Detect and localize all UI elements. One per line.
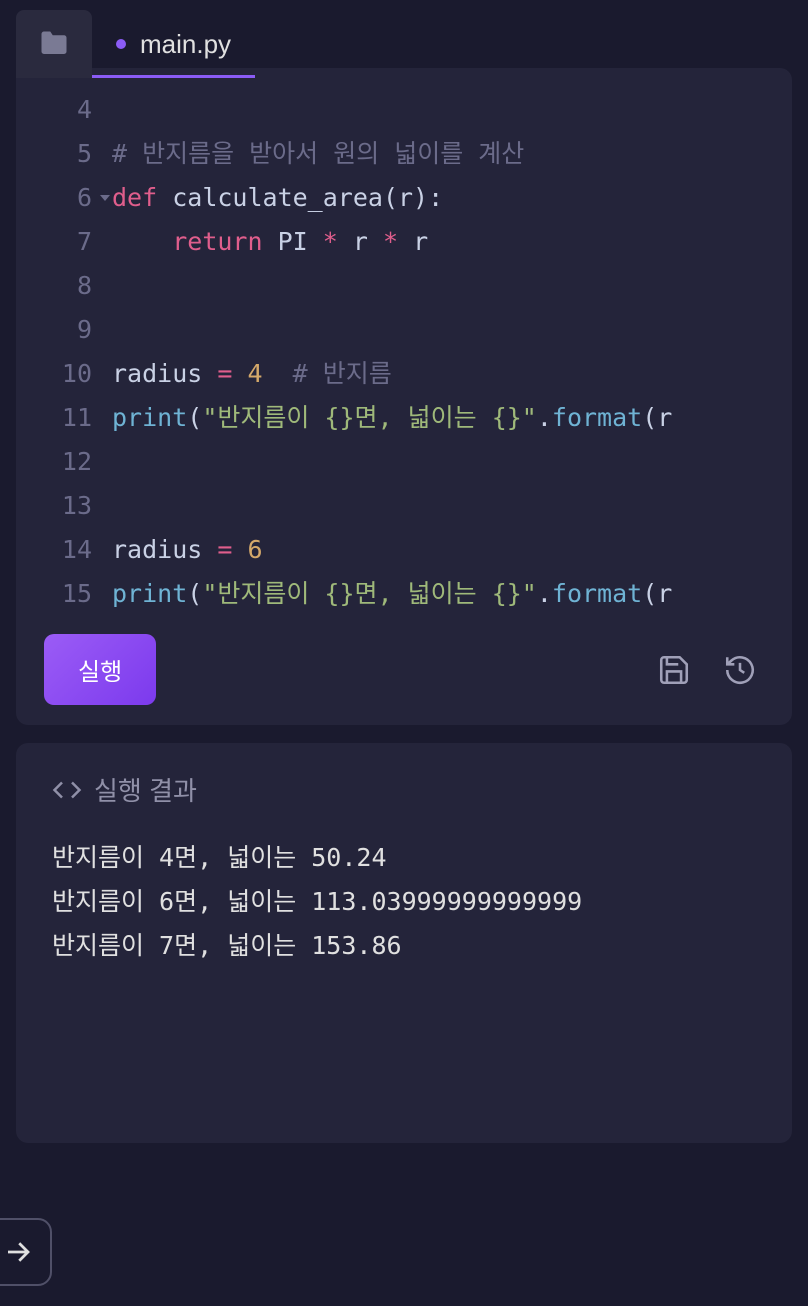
folder-icon [39,31,69,57]
code-content[interactable] [112,88,792,132]
folder-tab[interactable] [16,10,92,78]
editor-container: 45# 반지름을 받아서 원의 넓이를 계산6def calculate_are… [16,68,792,725]
code-line[interactable]: 8 [16,264,792,308]
code-line[interactable]: 5# 반지름을 받아서 원의 넓이를 계산 [16,132,792,176]
code-line[interactable]: 13 [16,484,792,528]
code-line[interactable]: 9 [16,308,792,352]
code-line[interactable]: 12 [16,440,792,484]
code-content[interactable]: print("반지름이 {}면, 넓이는 {}".format(r [112,396,792,440]
code-editor[interactable]: 45# 반지름을 받아서 원의 넓이를 계산6def calculate_are… [16,88,792,616]
code-content[interactable]: # 반지름을 받아서 원의 넓이를 계산 [112,132,792,176]
line-number: 7 [16,220,112,264]
code-line[interactable]: 6def calculate_area(r): [16,176,792,220]
next-button[interactable] [0,1218,52,1286]
line-number: 11 [16,396,112,440]
output-header: 실행 결과 [52,771,756,808]
line-number: 12 [16,440,112,484]
run-button[interactable]: 실행 [44,634,156,705]
save-button[interactable] [650,646,698,694]
line-number: 8 [16,264,112,308]
code-content[interactable]: radius = 6 [112,528,792,572]
line-number: 15 [16,572,112,616]
code-content[interactable] [112,440,792,484]
code-line[interactable]: 4 [16,88,792,132]
output-panel: 실행 결과 반지름이 4면, 넓이는 50.24 반지름이 6면, 넓이는 11… [16,743,792,1143]
output-title: 실행 결과 [94,771,197,808]
save-icon [657,653,691,687]
code-content[interactable] [112,264,792,308]
code-line[interactable]: 15print("반지름이 {}면, 넓이는 {}".format(r [16,572,792,616]
line-number: 14 [16,528,112,572]
code-line[interactable]: 10radius = 4 # 반지름 [16,352,792,396]
line-number: 5 [16,132,112,176]
line-number: 10 [16,352,112,396]
file-tab-main[interactable]: main.py [92,10,255,78]
output-content: 반지름이 4면, 넓이는 50.24 반지름이 6면, 넓이는 113.0399… [52,836,756,968]
code-content[interactable]: radius = 4 # 반지름 [112,352,792,396]
code-content[interactable]: def calculate_area(r): [112,176,792,220]
editor-toolbar: 실행 [16,616,792,705]
code-content[interactable] [112,484,792,528]
code-line[interactable]: 7 return PI * r * r [16,220,792,264]
line-number: 9 [16,308,112,352]
fold-icon[interactable] [100,195,110,201]
history-icon [723,653,757,687]
code-line[interactable]: 14radius = 6 [16,528,792,572]
code-content[interactable]: return PI * r * r [112,220,792,264]
line-number: 6 [16,176,112,220]
tab-filename: main.py [140,29,231,60]
arrow-right-icon [3,1237,33,1267]
tabs-bar: main.py [0,0,808,56]
line-number: 4 [16,88,112,132]
code-icon [52,775,82,805]
code-line[interactable]: 11print("반지름이 {}면, 넓이는 {}".format(r [16,396,792,440]
history-button[interactable] [716,646,764,694]
modified-indicator-icon [116,39,126,49]
line-number: 13 [16,484,112,528]
code-content[interactable] [112,308,792,352]
code-content[interactable]: print("반지름이 {}면, 넓이는 {}".format(r [112,572,792,616]
